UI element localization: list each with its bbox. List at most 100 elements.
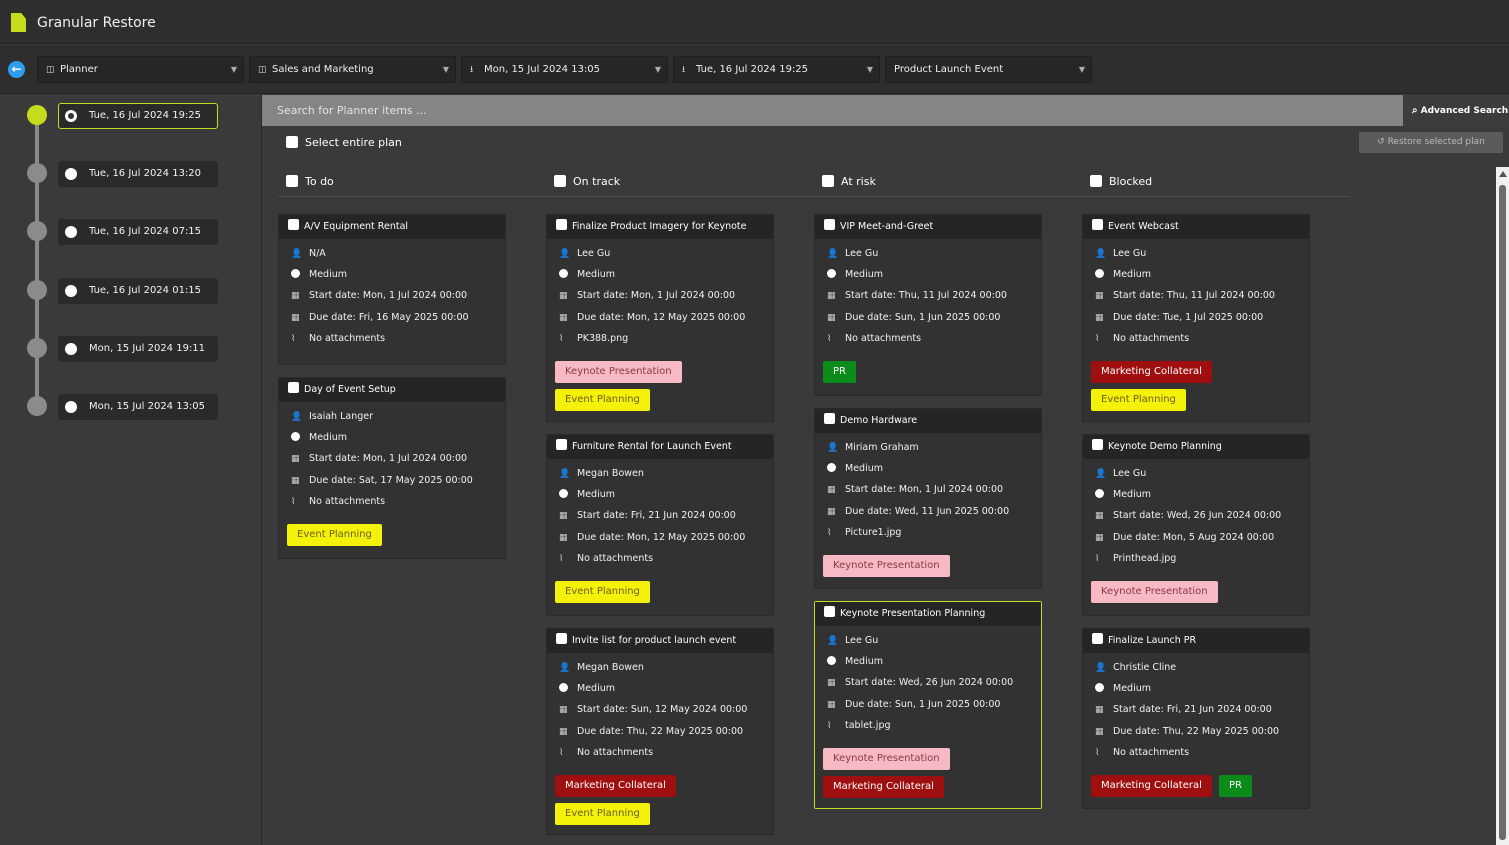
timeline-line	[35, 113, 39, 408]
to-date-dropdown[interactable]: ⭳ Tue, 16 Jul 2024 19:25 ▼	[673, 56, 880, 83]
priority-row: Medium	[815, 264, 1041, 285]
timeline-item[interactable]: Mon, 15 Jul 2024 19:11	[58, 336, 218, 362]
column-header-todo[interactable]: To do	[286, 175, 334, 189]
paperclip-icon: ⌇	[291, 496, 296, 507]
radio[interactable]	[65, 285, 77, 297]
priority-dot-icon	[291, 269, 300, 279]
priority-dot-icon	[1095, 269, 1104, 279]
column-header-at-risk[interactable]: At risk	[822, 175, 876, 189]
task-card[interactable]: VIP Meet-and-Greet 👤 Lee Gu Medium ▦ Start…	[814, 214, 1042, 396]
checkbox[interactable]	[286, 136, 298, 148]
priority-row: Medium	[279, 264, 505, 285]
from-date-dropdown[interactable]: ⭳ Mon, 15 Jul 2024 13:05 ▼	[461, 56, 668, 83]
task-card[interactable]: Day of Event Setup 👤 Isaiah Langer Medium…	[278, 377, 506, 559]
attachment-row: ⌇ No attachments	[1083, 328, 1309, 349]
attachment-row: ⌇ tablet.jpg	[815, 715, 1041, 736]
card-title: Event Webcast	[1083, 215, 1309, 239]
task-card[interactable]: Furniture Rental for Launch Event 👤 Megan…	[546, 434, 774, 616]
scroll-thumb[interactable]	[1499, 185, 1506, 840]
label-tag: PR	[823, 360, 856, 383]
task-card[interactable]: A/V Equipment Rental 👤 N/A Medium ▦ Start …	[278, 214, 506, 365]
checkbox[interactable]	[1092, 219, 1103, 230]
assignee-row: 👤 N/A	[279, 243, 505, 264]
radio[interactable]	[65, 343, 77, 355]
checkbox[interactable]	[824, 606, 835, 617]
task-card[interactable]: Finalize Product Imagery for Keynote 👤 Le…	[546, 214, 774, 422]
timeline-item[interactable]: Tue, 16 Jul 2024 01:15	[58, 278, 218, 304]
column-header-on-track[interactable]: On track	[554, 175, 620, 189]
checkbox[interactable]	[1092, 439, 1103, 450]
chevron-down-icon: ▼	[866, 65, 873, 74]
calendar-icon: ▦	[291, 475, 300, 486]
timeline-item[interactable]: Tue, 16 Jul 2024 13:20	[58, 161, 218, 187]
priority-row: Medium	[815, 651, 1041, 672]
timeline-item[interactable]: Tue, 16 Jul 2024 07:15	[58, 219, 218, 245]
checkbox[interactable]	[824, 219, 835, 230]
paperclip-icon: ⌇	[559, 553, 564, 564]
checkbox[interactable]	[288, 382, 299, 393]
task-card[interactable]: Event Webcast 👤 Lee Gu Medium ▦ Start date…	[1082, 214, 1310, 422]
task-card-highlighted[interactable]: Keynote Presentation Planning 👤 Lee Gu Me…	[814, 601, 1042, 809]
plan-dropdown[interactable]: Product Launch Event ▼	[885, 56, 1092, 83]
checkbox[interactable]	[556, 219, 567, 230]
radio[interactable]	[65, 401, 77, 413]
title-bar: Granular Restore	[0, 0, 1509, 44]
label-tag: Keynote Presentation	[823, 554, 950, 577]
priority-dot-icon	[827, 656, 836, 666]
checkbox[interactable]	[556, 633, 567, 644]
calendar-icon: ▦	[1095, 291, 1104, 302]
checkbox[interactable]	[824, 413, 835, 424]
label-tag: Marketing Collateral	[1091, 360, 1212, 383]
radio[interactable]	[65, 168, 77, 180]
checkbox[interactable]	[286, 175, 298, 187]
task-card[interactable]: Finalize Launch PR 👤 Christie Cline Mediu…	[1082, 628, 1310, 809]
assignee-row: 👤 Miriam Graham	[815, 437, 1041, 458]
checkbox[interactable]	[288, 219, 299, 230]
attachment-row: ⌇ Printhead.jpg	[1083, 548, 1309, 569]
back-arrow-icon[interactable]: ←	[8, 61, 25, 78]
label-tag: Event Planning	[1091, 388, 1186, 411]
timeline-item[interactable]: Mon, 15 Jul 2024 13:05	[58, 394, 218, 420]
search-input[interactable]: Search for Planner items ...	[262, 95, 1403, 126]
start-date-row: ▦ Start date: Mon, 1 Jul 2024 00:00	[279, 285, 505, 306]
group-dropdown[interactable]: ◫ Sales and Marketing ▼	[249, 56, 456, 83]
checkbox[interactable]	[556, 439, 567, 450]
label-tag: Keynote Presentation	[555, 360, 682, 383]
checkbox[interactable]	[1092, 633, 1103, 644]
restore-icon: ↺	[1377, 137, 1385, 147]
user-icon: 👤	[1095, 663, 1107, 673]
scroll-up-arrow-icon[interactable]	[1499, 171, 1507, 177]
column-header-blocked[interactable]: Blocked	[1090, 175, 1152, 189]
priority-dot-icon	[559, 489, 568, 499]
label-tag: Keynote Presentation	[823, 747, 950, 770]
user-icon: 👤	[827, 636, 839, 646]
task-card[interactable]: Invite list for product launch event 👤 Me…	[546, 628, 774, 835]
timeline-item[interactable]: Tue, 16 Jul 2024 19:25	[58, 103, 218, 129]
task-card[interactable]: Keynote Demo Planning 👤 Lee Gu Medium ▦ St…	[1082, 434, 1310, 616]
planner-dropdown[interactable]: ◫ Planner ▼	[37, 56, 244, 83]
checkbox[interactable]	[554, 175, 566, 187]
start-date-row: ▦ Start date: Thu, 11 Jul 2024 00:00	[815, 285, 1041, 306]
calendar-icon: ▦	[1095, 312, 1104, 323]
chevron-down-icon: ▼	[1078, 65, 1085, 74]
priority-dot-icon	[1095, 489, 1104, 499]
due-date-row: ▦ Due date: Wed, 11 Jun 2025 00:00	[815, 501, 1041, 522]
start-date-row: ▦ Start date: Mon, 1 Jul 2024 00:00	[547, 285, 773, 306]
select-entire-plan[interactable]: Select entire plan	[286, 136, 402, 150]
advanced-search-button[interactable]: ⌕ Advanced Search	[1403, 95, 1509, 126]
paperclip-icon: ⌇	[1095, 333, 1100, 344]
radio[interactable]	[65, 226, 77, 238]
checkbox[interactable]	[822, 175, 834, 187]
vertical-scrollbar[interactable]	[1496, 167, 1509, 845]
label-tag: PR	[1219, 774, 1252, 797]
priority-row: Medium	[279, 427, 505, 448]
restore-selected-plan-button[interactable]: ↺ Restore selected plan	[1359, 132, 1503, 153]
document-icon	[11, 13, 26, 32]
calendar-icon: ▦	[1095, 511, 1104, 522]
board-icon: ◫	[258, 65, 267, 75]
radio-selected[interactable]	[65, 110, 77, 122]
checkbox[interactable]	[1090, 175, 1102, 187]
attachment-row: ⌇ No attachments	[279, 328, 505, 349]
label-tag: Marketing Collateral	[823, 775, 944, 798]
task-card[interactable]: Demo Hardware 👤 Miriam Graham Medium ▦ Sta…	[814, 408, 1042, 589]
